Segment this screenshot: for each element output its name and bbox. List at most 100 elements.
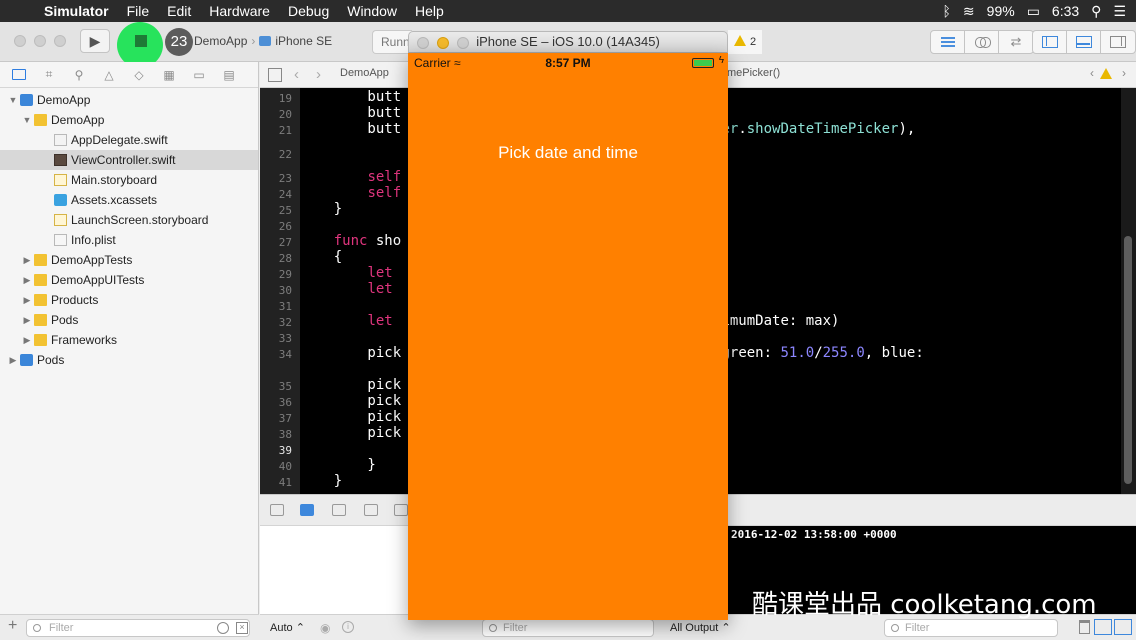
- navigator-item[interactable]: ▶ DemoAppTests: [0, 250, 258, 270]
- stop-button[interactable]: [135, 35, 147, 47]
- line-number[interactable]: 27: [260, 236, 292, 249]
- variables-filter-input[interactable]: Filter: [482, 619, 654, 637]
- source-control-filter-icon[interactable]: ×: [236, 622, 248, 634]
- minimize-window-button[interactable]: [34, 35, 46, 47]
- symbol-navigator-tab[interactable]: ⌗: [40, 67, 58, 83]
- close-window-button[interactable]: [14, 35, 26, 47]
- project-navigator-tab[interactable]: [10, 67, 28, 83]
- code-line[interactable]: func sho: [300, 233, 401, 249]
- line-number[interactable]: 24: [260, 188, 292, 201]
- code-line[interactable]: pick: [300, 425, 401, 441]
- step-over-icon[interactable]: [364, 504, 378, 516]
- console-scope-popup[interactable]: All Output ⌃: [670, 621, 731, 634]
- back-button[interactable]: ‹: [294, 66, 299, 83]
- forward-button[interactable]: ›: [316, 66, 321, 83]
- line-number[interactable]: 25: [260, 204, 292, 217]
- disclosure-open-icon[interactable]: ▼: [22, 110, 32, 130]
- code-line[interactable]: }: [300, 457, 375, 473]
- zoom-window-button[interactable]: [54, 35, 66, 47]
- navigator-item[interactable]: AppDelegate.swift: [0, 130, 258, 150]
- version-editor-button[interactable]: ⇄: [999, 31, 1033, 53]
- navigator-item[interactable]: Main.storyboard: [0, 170, 258, 190]
- menu-hardware[interactable]: Hardware: [209, 3, 270, 19]
- info-icon[interactable]: i: [342, 621, 354, 633]
- scrollbar-thumb[interactable]: [1124, 236, 1132, 484]
- battery-status[interactable]: 99%: [987, 3, 1015, 19]
- breakpoint-navigator-tab[interactable]: ▭: [190, 67, 208, 83]
- disclosure-closed-icon[interactable]: ▶: [22, 270, 32, 290]
- code-line[interactable]: pick: [300, 393, 401, 409]
- show-console-view-icon[interactable]: [1114, 619, 1132, 635]
- line-number[interactable]: 38: [260, 428, 292, 441]
- navigator-item[interactable]: ▶ Frameworks: [0, 330, 258, 350]
- add-file-button[interactable]: +: [8, 617, 17, 635]
- navigator-item[interactable]: Assets.xcassets: [0, 190, 258, 210]
- menu-edit[interactable]: Edit: [167, 3, 191, 19]
- toggle-navigator-button[interactable]: [1033, 31, 1067, 53]
- navigator-item[interactable]: ▶ Pods: [0, 310, 258, 330]
- disclosure-open-icon[interactable]: ▼: [8, 90, 18, 110]
- navigator-item[interactable]: ▶ Products: [0, 290, 258, 310]
- line-number[interactable]: 34: [260, 348, 292, 361]
- toggle-utilities-button[interactable]: [1101, 31, 1135, 53]
- scheme-name[interactable]: DemoApp: [194, 34, 247, 48]
- recent-files-icon[interactable]: [217, 622, 229, 634]
- line-number[interactable]: 35: [260, 380, 292, 393]
- navigator-item[interactable]: ▶ DemoAppUITests: [0, 270, 258, 290]
- code-line[interactable]: {: [300, 249, 342, 265]
- code-line[interactable]: butt: [300, 89, 401, 105]
- code-line[interactable]: pick: [300, 377, 401, 393]
- breadcrumb-project[interactable]: DemoApp: [340, 67, 389, 79]
- simulator-title-bar[interactable]: iPhone SE – iOS 10.0 (14A345): [408, 31, 728, 53]
- breadcrumb-method[interactable]: mePicker(): [727, 67, 780, 79]
- disclosure-closed-icon[interactable]: ▶: [8, 350, 18, 370]
- warning-indicator[interactable]: 2: [728, 30, 763, 54]
- issue-warning-icon[interactable]: [1100, 67, 1112, 79]
- navigator-item[interactable]: ViewController.swift: [0, 150, 258, 170]
- navigator-item[interactable]: ▼ DemoApp: [0, 110, 258, 130]
- menu-window[interactable]: Window: [347, 3, 397, 19]
- menu-help[interactable]: Help: [415, 3, 444, 19]
- menu-clock[interactable]: 6:33: [1052, 3, 1079, 19]
- code-line[interactable]: pick: [300, 409, 401, 425]
- destination-name[interactable]: iPhone SE: [275, 34, 332, 48]
- notification-center-icon[interactable]: ☰: [1113, 3, 1126, 20]
- line-number[interactable]: 26: [260, 220, 292, 233]
- menu-file[interactable]: File: [127, 3, 150, 19]
- assistant-editor-button[interactable]: [965, 31, 999, 53]
- line-number[interactable]: 37: [260, 412, 292, 425]
- line-number[interactable]: 29: [260, 268, 292, 281]
- line-number[interactable]: 39: [260, 444, 292, 457]
- line-number[interactable]: 19: [260, 92, 292, 105]
- step-in-icon[interactable]: [394, 504, 408, 516]
- test-navigator-tab[interactable]: ◇: [130, 67, 148, 83]
- find-navigator-tab[interactable]: ⚲: [70, 67, 88, 83]
- navigator-item[interactable]: ▶ Pods: [0, 350, 258, 370]
- code-line[interactable]: }: [300, 473, 342, 489]
- line-number[interactable]: 36: [260, 396, 292, 409]
- spotlight-icon[interactable]: ⚲: [1091, 3, 1101, 20]
- navigator-item[interactable]: LaunchScreen.storyboard: [0, 210, 258, 230]
- trash-icon[interactable]: [1079, 620, 1090, 634]
- line-number[interactable]: 22: [260, 148, 292, 161]
- simulator-screen[interactable]: Carrier ≈ 8:57 PM ϟ Pick date and time: [408, 53, 728, 620]
- show-variables-view-icon[interactable]: [1094, 619, 1112, 635]
- console-filter-input[interactable]: Filter: [884, 619, 1058, 637]
- disclosure-closed-icon[interactable]: ▶: [22, 250, 32, 270]
- bluetooth-icon[interactable]: ᛒ: [943, 3, 951, 19]
- menu-debug[interactable]: Debug: [288, 3, 329, 19]
- pause-icon[interactable]: [332, 504, 346, 516]
- line-number[interactable]: 23: [260, 172, 292, 185]
- line-number[interactable]: 21: [260, 124, 292, 137]
- related-items-icon[interactable]: [268, 68, 282, 82]
- editor-scrollbar[interactable]: [1121, 88, 1136, 494]
- line-number[interactable]: 32: [260, 316, 292, 329]
- report-navigator-tab[interactable]: ▤: [220, 67, 238, 83]
- code-line[interactable]: }: [300, 201, 342, 217]
- line-number[interactable]: 28: [260, 252, 292, 265]
- line-number[interactable]: 31: [260, 300, 292, 313]
- eye-icon[interactable]: ◉: [320, 621, 330, 635]
- code-line[interactable]: self: [300, 185, 401, 201]
- previous-issue-button[interactable]: ‹: [1090, 66, 1094, 80]
- navigator-item[interactable]: ▼ DemoApp: [0, 90, 258, 110]
